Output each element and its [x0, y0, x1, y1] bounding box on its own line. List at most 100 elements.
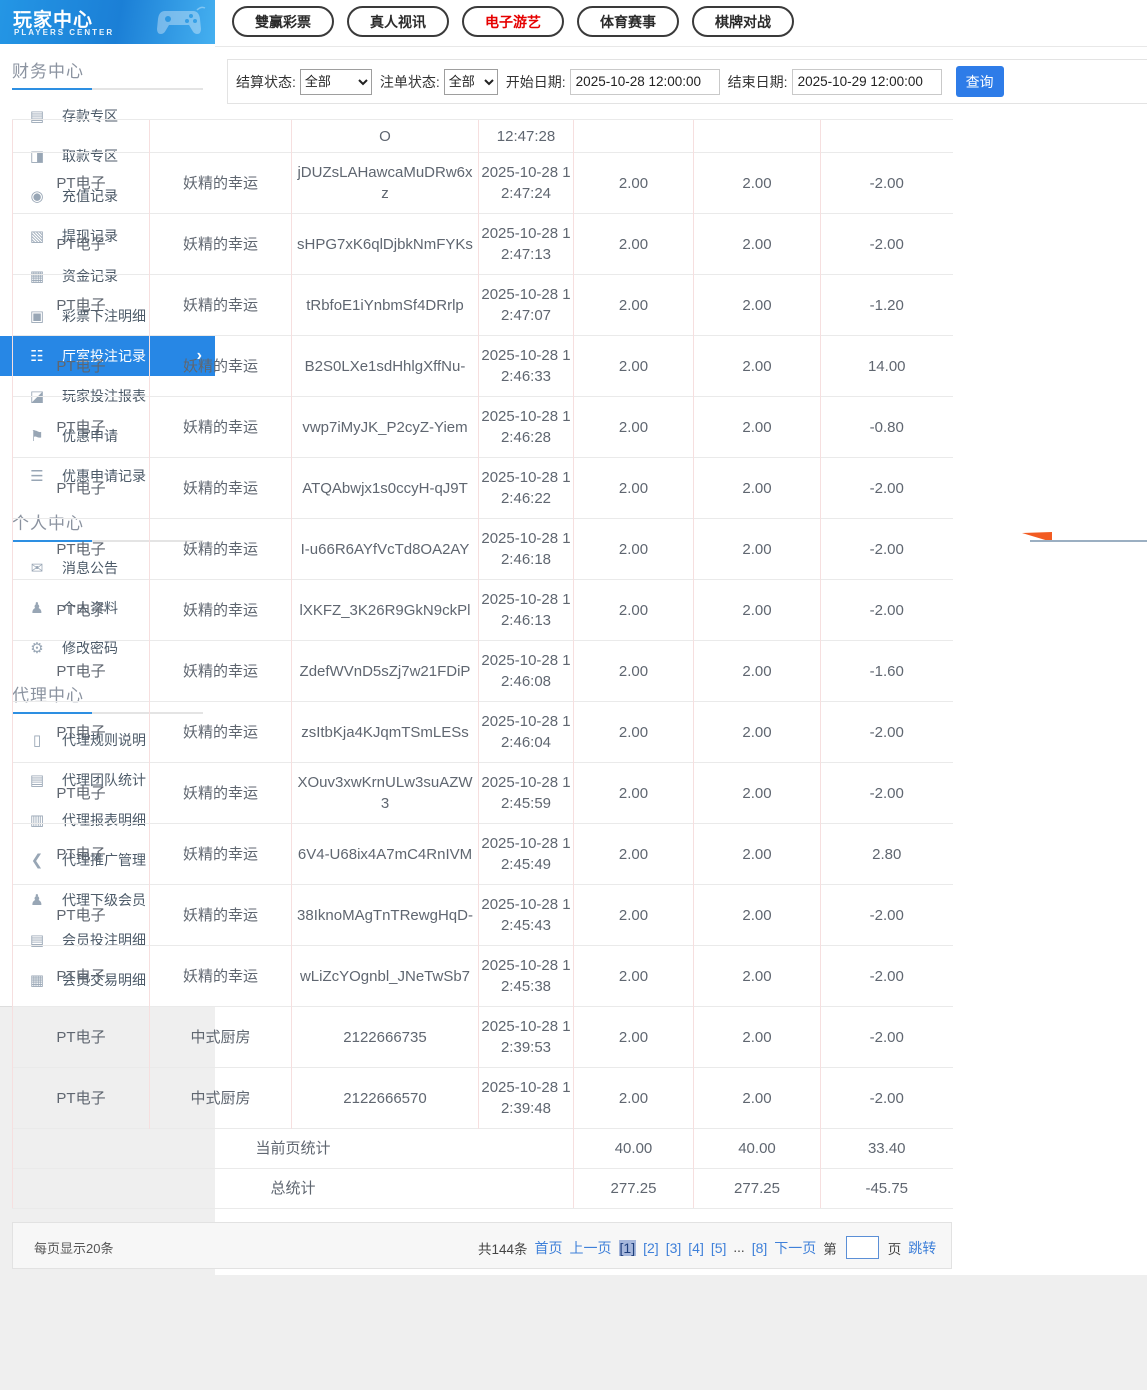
time-cell: 2025-10-28 12:39:53 — [479, 1007, 574, 1068]
tab-live-casino[interactable]: 真人视讯 — [347, 6, 449, 37]
table-row: PT电子妖精的幸运38IknoMAgTnTRewgHqD-2025-10-28 … — [13, 885, 953, 946]
time-cell: 2025-10-28 12:46:18 — [479, 519, 574, 580]
time-cell: 2025-10-28 12:39:48 — [479, 1068, 574, 1129]
stats-profit-cell: -45.75 — [821, 1169, 953, 1209]
section-underline — [12, 88, 203, 90]
order-id-cell: 6V4-U68ix4A7mC4RnIVM — [292, 824, 479, 885]
order-id-cell: B2S0LXe1sdHhlgXffNu- — [292, 336, 479, 397]
page-link-5[interactable]: [5] — [711, 1240, 727, 1256]
time-cell: 2025-10-28 12:46:08 — [479, 641, 574, 702]
profit-cell: -2.00 — [821, 153, 953, 214]
table-row-partial: O12:47:28 — [13, 120, 953, 153]
settle-status-label: 结算状态: — [236, 72, 296, 92]
platform-cell: PT电子 — [13, 824, 150, 885]
app-subtitle: PLAYERS CENTER — [14, 28, 114, 37]
bet-amount-cell: 2.00 — [574, 702, 694, 763]
page-link-8[interactable]: [8] — [752, 1240, 768, 1256]
table-row: PT电子妖精的幸运I-u66R6AYfVcTd8OA2AY2025-10-28 … — [13, 519, 953, 580]
total-count: 共144条 — [478, 1238, 528, 1258]
bet-amount-cell: 2.00 — [574, 519, 694, 580]
valid-bet-cell: 2.00 — [694, 519, 821, 580]
profit-cell: -2.00 — [821, 1007, 953, 1068]
page-link-3[interactable]: [3] — [666, 1240, 682, 1256]
pagination-bar: 每页显示20条 共144条首页上一页 [1] [2] [3] [4] [5]... [8] 下… — [12, 1222, 952, 1269]
order-id-cell: vwp7iMyJK_P2cyZ-Yiem — [292, 397, 479, 458]
game-cell: 妖精的幸运 — [150, 946, 292, 1007]
first-page-link[interactable]: 首页 — [535, 1238, 563, 1258]
game-cell: 中式厨房 — [150, 1068, 292, 1129]
valid-bet-cell: 2.00 — [694, 946, 821, 1007]
order-id-cell: 38IknoMAgTnTRewgHqD- — [292, 885, 479, 946]
bet-amount-cell: 2.00 — [574, 946, 694, 1007]
game-cell: 妖精的幸运 — [150, 885, 292, 946]
time-cell: 2025-10-28 12:46:33 — [479, 336, 574, 397]
stats-valid-cell: 40.00 — [694, 1129, 821, 1169]
prev-page-link[interactable]: 上一页 — [570, 1238, 612, 1258]
bet-amount-cell: 2.00 — [574, 1007, 694, 1068]
sidebar-header: 玩家中心 PLAYERS CENTER — [0, 0, 215, 44]
page-link-2[interactable]: [2] — [643, 1240, 659, 1256]
time-cell: 2025-10-28 12:45:49 — [479, 824, 574, 885]
total-stats-row: 总统计277.25277.25-45.75 — [13, 1169, 953, 1209]
order-status-select[interactable]: 全部 — [444, 69, 498, 95]
table-row: PT电子妖精的幸运vwp7iMyJK_P2cyZ-Yiem2025-10-28 … — [13, 397, 953, 458]
bet-amount-cell: 2.00 — [574, 1068, 694, 1129]
order-id-cell: 2122666570 — [292, 1068, 479, 1129]
bet-amount-cell: 2.00 — [574, 885, 694, 946]
page-ellipsis: ... — [733, 1240, 744, 1255]
order-id-cell: lXKFZ_3K26R9GkN9ckPl — [292, 580, 479, 641]
time-cell: 2025-10-28 12:45:59 — [479, 763, 574, 824]
pagination-controls: 共144条首页上一页[1][2][3][4][5]...[8]下一页第页跳转 — [478, 1236, 936, 1259]
next-page-link[interactable]: 下一页 — [774, 1238, 816, 1258]
valid-bet-cell: 2.00 — [694, 214, 821, 275]
tab-board-games[interactable]: 棋牌对战 — [692, 6, 794, 37]
platform-cell: PT电子 — [13, 763, 150, 824]
valid-bet-cell: 2.00 — [694, 153, 821, 214]
time-cell: 2025-10-28 12:47:07 — [479, 275, 574, 336]
goto-jump-button[interactable]: 跳转 — [908, 1238, 936, 1258]
tab-electronic-games[interactable]: 电子游艺 — [462, 6, 564, 37]
start-date-input[interactable] — [570, 69, 720, 95]
settle-status-select[interactable]: 全部 — [300, 69, 372, 95]
platform-cell: PT电子 — [13, 397, 150, 458]
game-cell: 中式厨房 — [150, 1007, 292, 1068]
table-row: PT电子妖精的幸运ATQAbwjx1s0ccyH-qJ9T2025-10-28 … — [13, 458, 953, 519]
page-link-1[interactable]: [1] — [619, 1240, 637, 1256]
table-row: PT电子妖精的幸运B2S0LXe1sdHhlgXffNu-2025-10-28 … — [13, 336, 953, 397]
bet-amount-cell: 2.00 — [574, 580, 694, 641]
tab-win-lottery[interactable]: 雙赢彩票 — [232, 6, 334, 37]
end-date-input[interactable] — [792, 69, 942, 95]
time-cell: 2025-10-28 12:45:38 — [479, 946, 574, 1007]
query-button[interactable]: 查询 — [956, 66, 1004, 97]
game-cell: 妖精的幸运 — [150, 458, 292, 519]
profit-cell: -2.00 — [821, 885, 953, 946]
profit-cell: -1.60 — [821, 641, 953, 702]
profit-cell: -0.80 — [821, 397, 953, 458]
cursor-annotation-line — [1030, 540, 1147, 542]
bet-records-table: O12:47:28PT电子妖精的幸运jDUZsLAHawcaMuDRw6xz20… — [12, 119, 953, 1209]
platform-cell: PT电子 — [13, 885, 150, 946]
table-row: PT电子中式厨房21226665702025-10-28 12:39:482.0… — [13, 1068, 953, 1129]
time-cell: 2025-10-28 12:47:24 — [479, 153, 574, 214]
valid-bet-cell: 2.00 — [694, 702, 821, 763]
order-id-cell: ZdefWVnD5sZj7w21FDiP — [292, 641, 479, 702]
table-row: PT电子中式厨房21226667352025-10-28 12:39:532.0… — [13, 1007, 953, 1068]
tab-sports[interactable]: 体育赛事 — [577, 6, 679, 37]
profit-cell: -2.00 — [821, 702, 953, 763]
stats-label-cell: 总统计 — [13, 1169, 574, 1209]
page-link-4[interactable]: [4] — [688, 1240, 704, 1256]
per-page-label: 每页显示20条 — [34, 1238, 113, 1257]
table-row: PT电子妖精的幸运jDUZsLAHawcaMuDRw6xz2025-10-28 … — [13, 153, 953, 214]
profit-cell — [821, 120, 953, 153]
order-id-cell: wLiZcYOgnbl_JNeTwSb7 — [292, 946, 479, 1007]
profit-cell: -1.20 — [821, 275, 953, 336]
valid-bet-cell — [694, 120, 821, 153]
game-category-tabs: 雙赢彩票真人视讯电子游艺体育赛事棋牌对战 — [215, 0, 1147, 37]
time-cell: 2025-10-28 12:45:43 — [479, 885, 574, 946]
goto-page-input[interactable] — [846, 1236, 879, 1259]
platform-cell: PT电子 — [13, 153, 150, 214]
table-row: PT电子妖精的幸运wLiZcYOgnbl_JNeTwSb72025-10-28 … — [13, 946, 953, 1007]
valid-bet-cell: 2.00 — [694, 1068, 821, 1129]
order-id-cell: 2122666735 — [292, 1007, 479, 1068]
game-cell: 妖精的幸运 — [150, 824, 292, 885]
